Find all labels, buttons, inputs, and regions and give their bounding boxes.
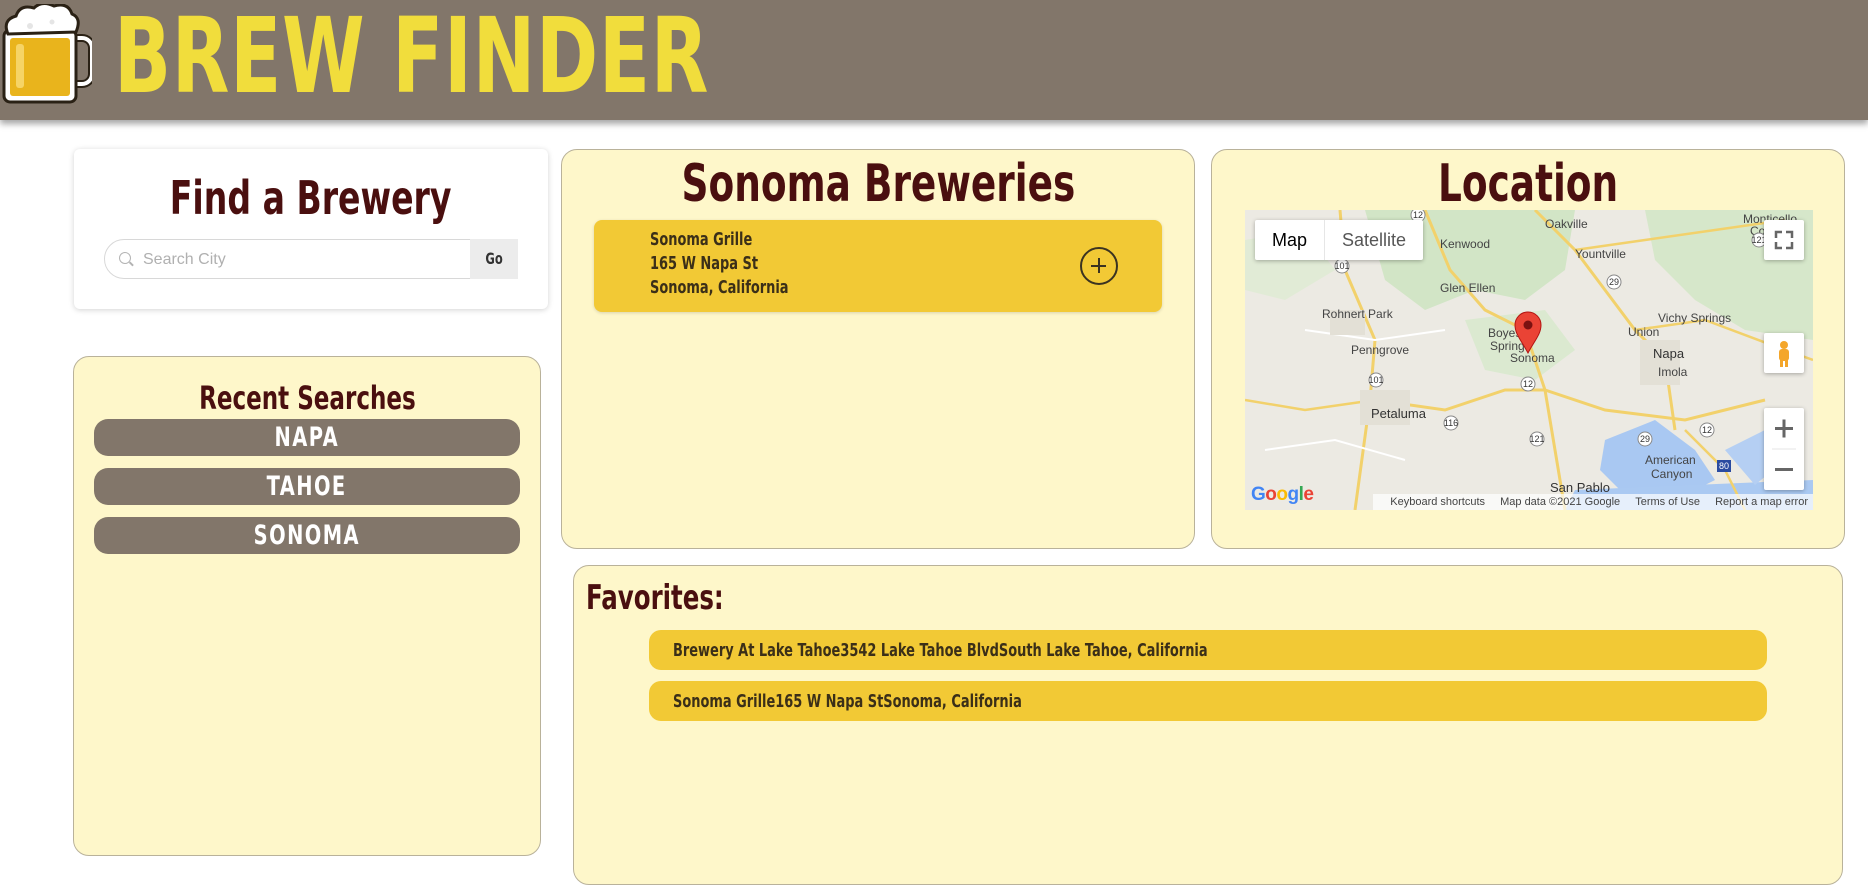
map-type-satellite-button[interactable]: Satellite [1325,220,1423,260]
search-box [104,239,513,279]
svg-text:Oakville: Oakville [1545,217,1588,231]
terms-of-use-link[interactable]: Terms of Use [1635,496,1700,508]
svg-text:Penngrove: Penngrove [1351,343,1409,357]
svg-text:Yountville: Yountville [1575,247,1626,261]
svg-text:Sonoma: Sonoma [1510,351,1555,365]
report-map-error-link[interactable]: Report a map error [1715,496,1808,508]
brewery-name: Sonoma Grille [650,229,753,250]
find-brewery-title: Find a Brewery [170,171,452,225]
street-view-pegman-icon[interactable] [1764,333,1804,373]
brewery-card: Sonoma Grille 165 W Napa St Sonoma, Cali… [594,220,1162,312]
zoom-out-icon[interactable] [1775,468,1793,471]
svg-text:San Pablo: San Pablo [1550,480,1610,495]
recent-search-sonoma[interactable]: SONOMA [94,517,520,554]
svg-text:101: 101 [1368,375,1383,385]
map-attribution: Keyboard shortcuts Map data ©2021 Google… [1373,494,1813,510]
add-favorite-icon[interactable] [1080,247,1118,285]
beer-mug-icon [2,4,92,104]
svg-text:121: 121 [1529,434,1544,444]
svg-text:Canyon: Canyon [1651,467,1692,481]
go-button[interactable]: Go [470,239,518,279]
zoom-control [1764,408,1804,490]
map-data-text: Map data ©2021 Google [1500,496,1621,508]
recent-searches-title: Recent Searches [198,379,416,417]
svg-text:Glen Ellen: Glen Ellen [1440,281,1495,295]
brewery-city: Sonoma, California [650,277,789,298]
find-brewery-card: Find a Brewery Go [74,149,548,309]
svg-text:Napa: Napa [1653,346,1685,361]
favorite-item[interactable]: Brewery At Lake Tahoe3542 Lake Tahoe Blv… [649,630,1767,670]
svg-text:Union: Union [1628,325,1659,339]
brewery-street: 165 W Napa St [650,253,759,274]
site-header: BREW FINDER [0,0,1868,120]
google-logo: Google [1251,484,1314,505]
zoom-in-icon[interactable] [1775,419,1793,438]
favorites-panel: Favorites: Brewery At Lake Tahoe3542 Lak… [573,565,1843,885]
map-type-map-button[interactable]: Map [1255,220,1326,260]
map-view[interactable]: Oakville Kenwood Yountville Glen Ellen R… [1245,210,1813,510]
map-type-control: Map Satellite [1255,220,1424,260]
svg-text:Kenwood: Kenwood [1440,237,1490,251]
svg-text:Petaluma: Petaluma [1371,406,1427,421]
svg-text:12: 12 [1413,210,1423,220]
svg-text:Imola: Imola [1658,365,1688,379]
fullscreen-icon[interactable] [1764,220,1804,260]
location-title: Location [1437,154,1619,214]
brand-title[interactable]: BREW FINDER [114,0,709,119]
favorites-title: Favorites: [586,578,724,618]
svg-text:29: 29 [1640,434,1650,444]
svg-text:Rohnert Park: Rohnert Park [1322,307,1394,321]
svg-text:80: 80 [1719,461,1729,471]
svg-text:Vichy Springs: Vichy Springs [1658,311,1731,325]
recent-search-tahoe[interactable]: TAHOE [94,468,520,505]
svg-text:12: 12 [1523,379,1533,389]
favorite-item[interactable]: Sonoma Grille165 W Napa StSonoma, Califo… [649,681,1767,721]
breweries-panel: Sonoma Breweries Sonoma Grille 165 W Nap… [561,149,1195,549]
svg-text:American: American [1645,453,1696,467]
recent-searches-panel: Recent Searches NAPA TAHOE SONOMA [73,356,541,856]
recent-search-napa[interactable]: NAPA [94,419,520,456]
search-city-input[interactable] [143,248,463,272]
svg-text:116: 116 [1444,418,1458,428]
svg-text:101: 101 [1334,261,1349,271]
search-icon [119,252,131,264]
svg-text:12: 12 [1702,425,1712,435]
keyboard-shortcuts-link[interactable]: Keyboard shortcuts [1390,496,1485,508]
breweries-title: Sonoma Breweries [681,154,1075,214]
svg-text:29: 29 [1609,277,1619,287]
location-panel: Location Oakville Kenwood Yountville Gle… [1211,149,1845,549]
